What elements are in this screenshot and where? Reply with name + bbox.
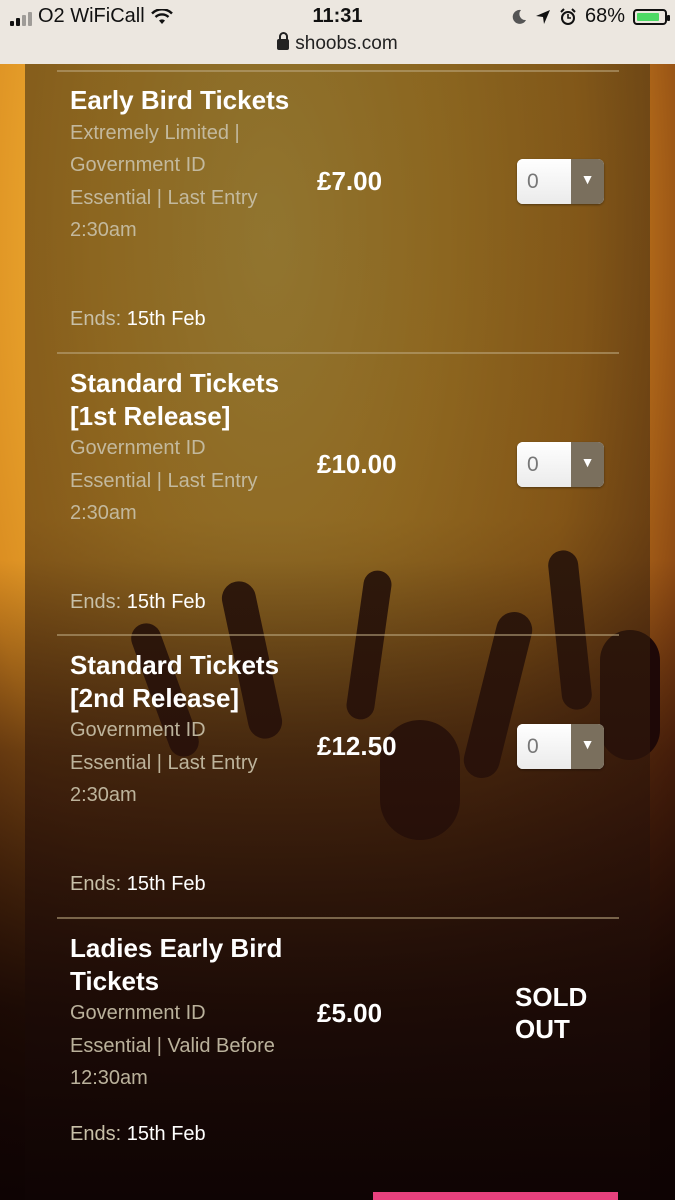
quantity-select[interactable]: 0 ▼ [517,442,604,487]
row-divider [57,917,619,919]
quantity-value: 0 [517,724,571,769]
row-divider [57,70,619,72]
quantity-select[interactable]: 0 ▼ [517,159,604,204]
ticket-description: Extremely Limited | Government ID Essent… [70,121,258,242]
ticket-description: Government ID Essential | Valid Before 1… [70,1002,275,1089]
ticket-price: £7.00 [317,166,383,196]
chevron-down-icon: ▼ [571,442,604,487]
chevron-down-icon: ▼ [571,724,604,769]
ticket-row: Standard Tickets [1st Release] Governmen… [70,367,630,635]
ticket-title: Early Bird Tickets [70,85,290,115]
quantity-value: 0 [517,159,571,204]
quantity-select[interactable]: 0 ▼ [517,724,604,769]
ticket-price: £5.00 [317,998,383,1028]
quantity-value: 0 [517,442,571,487]
checkout-button[interactable] [373,1192,618,1200]
ticket-description: Government ID Essential | Last Entry 2:3… [70,719,258,806]
alarm-icon [560,7,576,25]
sold-out-label: SOLD OUT [515,982,588,1044]
ticket-price: £12.50 [317,731,397,761]
ticket-price: £10.00 [317,449,397,479]
url-text: shoobs.com [295,33,398,54]
battery-percent: 68% [584,5,625,27]
ticket-description: Government ID Essential | Last Entry 2:3… [70,437,258,524]
ticket-row: Early Bird Tickets Extremely Limited | G… [70,84,630,352]
ticket-title: Standard Tickets [2nd Release] [70,650,280,713]
chevron-down-icon: ▼ [571,159,604,204]
ticket-end-date: Ends: 15th Feb [70,873,206,895]
location-icon [535,9,550,24]
ticket-end-date: Ends: 15th Feb [70,308,206,330]
ticket-title: Ladies Early Bird Tickets [70,933,283,996]
moon-icon [512,9,526,24]
ticket-row: Standard Tickets [2nd Release] Governmen… [70,649,630,917]
address-bar[interactable]: shoobs.com [0,32,675,55]
row-divider [57,352,619,354]
battery-charging-icon [633,8,670,25]
status-bar: O2 WiFiCall 11:31 68% shoobs.com [0,0,675,64]
ticket-end-date: Ends: 15th Feb [70,591,206,613]
ticket-row: Ladies Early Bird Tickets Government ID … [70,932,630,1172]
ticket-title: Standard Tickets [1st Release] [70,368,280,431]
lock-icon [277,32,290,50]
ticket-end-date: Ends: 15th Feb [70,1123,206,1145]
